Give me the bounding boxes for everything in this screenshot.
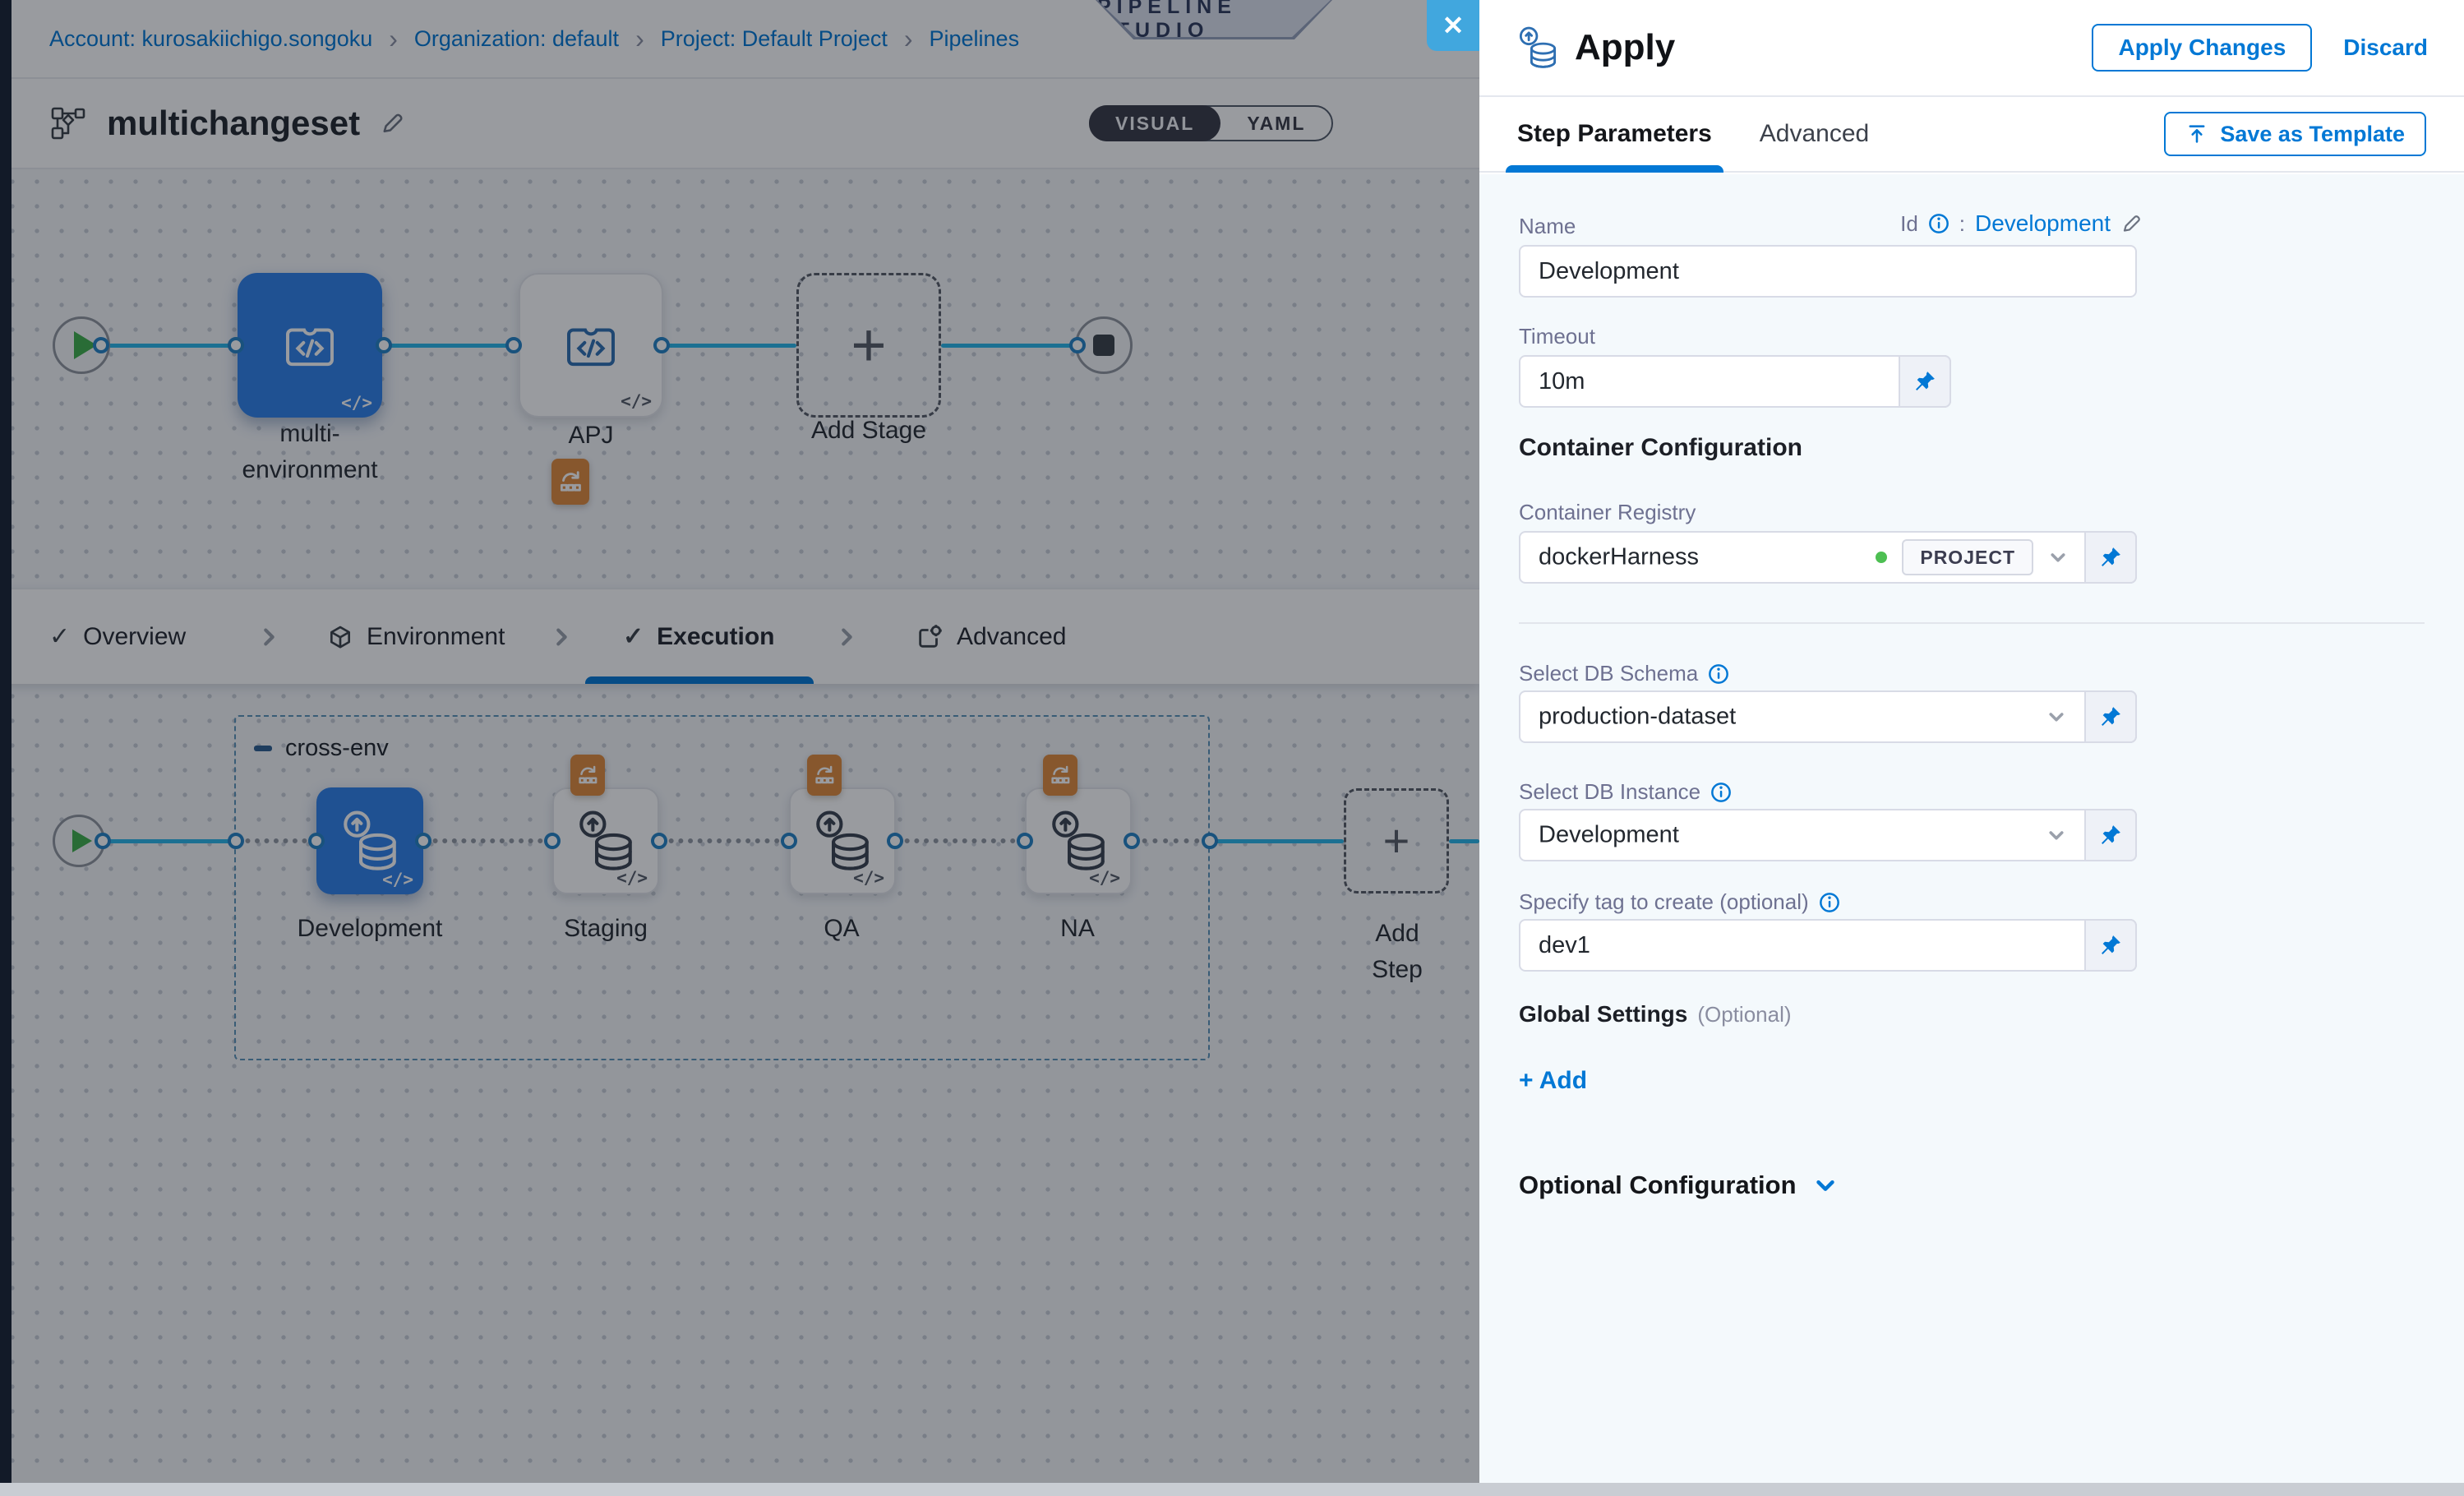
info-icon[interactable] — [1708, 663, 1729, 685]
pin-icon — [2099, 546, 2122, 569]
tag-input[interactable] — [1520, 921, 2063, 970]
id-label: Id — [1900, 211, 1918, 237]
db-instance-runtime-pin-button[interactable] — [2084, 809, 2137, 861]
scope-badge: PROJECT — [1902, 539, 2033, 575]
panel-tab-bar: Step Parameters Advanced Save as Templat… — [1479, 97, 2464, 173]
tag-runtime-pin-button[interactable] — [2084, 919, 2137, 972]
name-input-wrap — [1519, 245, 2137, 298]
db-instance-select[interactable]: Development — [1519, 809, 2137, 861]
timeout-input[interactable] — [1520, 357, 1882, 406]
close-panel-button[interactable]: ✕ — [1427, 0, 1479, 51]
connector-status-dot — [1876, 552, 1887, 563]
step-config-panel: Apply Apply Changes Discard Step Paramet… — [1479, 0, 2464, 1496]
global-settings-row: Global Settings (Optional) — [1519, 1001, 1792, 1027]
close-icon: ✕ — [1442, 10, 1465, 41]
db-instance-label-text: Select DB Instance — [1519, 779, 1700, 805]
container-registry-value: dockerHarness — [1539, 544, 1699, 571]
panel-title: Apply — [1575, 27, 1675, 68]
global-settings-label: Global Settings — [1519, 1001, 1687, 1027]
pin-icon — [2099, 824, 2122, 847]
global-settings-optional: (Optional) — [1697, 1002, 1791, 1027]
registry-meta: PROJECT — [1876, 539, 2068, 575]
db-schema-label-text: Select DB Schema — [1519, 661, 1698, 686]
db-schema-value: production-dataset — [1539, 704, 1736, 731]
canvas-area: Account: kurosakiichigo.songoku › Organi… — [0, 0, 1479, 1496]
window-bottom-bar — [0, 1483, 2464, 1496]
optional-configuration-toggle[interactable]: Optional Configuration — [1519, 1170, 1838, 1200]
chevron-down-icon[interactable] — [2048, 547, 2068, 567]
info-icon[interactable] — [1710, 782, 1732, 803]
chevron-down-icon[interactable] — [2046, 825, 2066, 845]
info-icon[interactable] — [1928, 213, 1950, 234]
apply-db-icon — [1517, 25, 1558, 70]
pin-icon — [2099, 705, 2122, 728]
save-as-template-label: Save as Template — [2220, 122, 2405, 147]
section-divider — [1519, 622, 2425, 624]
optional-configuration-label: Optional Configuration — [1519, 1170, 1797, 1200]
tab-advanced-panel[interactable]: Advanced — [1760, 97, 1869, 171]
container-configuration-heading: Container Configuration — [1519, 434, 1802, 462]
timeout-runtime-pin-button[interactable] — [1899, 355, 1951, 408]
db-instance-label: Select DB Instance — [1519, 779, 1732, 805]
modal-dim-overlay — [0, 0, 1479, 1496]
db-schema-select[interactable]: production-dataset — [1519, 690, 2137, 743]
id-value-link[interactable]: Development — [1975, 210, 2111, 237]
timeout-input-wrap — [1519, 355, 1951, 408]
tag-input-wrap — [1519, 919, 2137, 972]
panel-body: Name Id : Development Timeout Container … — [1479, 174, 2464, 1496]
registry-runtime-pin-button[interactable] — [2084, 531, 2137, 584]
upload-icon — [2185, 122, 2208, 145]
info-icon[interactable] — [1819, 892, 1840, 913]
tag-label-text: Specify tag to create (optional) — [1519, 889, 1809, 915]
step-id-row: Id : Development — [1900, 210, 2142, 237]
id-colon: : — [1959, 211, 1965, 237]
discard-button[interactable]: Discard — [2343, 35, 2428, 61]
chevron-down-icon — [1813, 1173, 1838, 1198]
apply-changes-button[interactable]: Apply Changes — [2092, 24, 2312, 72]
add-global-setting-link[interactable]: + Add — [1519, 1067, 1587, 1095]
container-registry-select[interactable]: dockerHarness PROJECT — [1519, 531, 2137, 584]
chevron-down-icon[interactable] — [2046, 707, 2066, 727]
db-instance-value: Development — [1539, 822, 1679, 849]
tab-step-parameters[interactable]: Step Parameters — [1517, 97, 1712, 171]
pin-icon — [2099, 934, 2122, 957]
panel-header: Apply Apply Changes Discard — [1479, 0, 2464, 97]
db-schema-runtime-pin-button[interactable] — [2084, 690, 2137, 743]
save-as-template-button[interactable]: Save as Template — [2164, 112, 2426, 156]
container-registry-label: Container Registry — [1519, 500, 1696, 525]
timeout-label: Timeout — [1519, 324, 1595, 349]
db-schema-label: Select DB Schema — [1519, 661, 1729, 686]
pipeline-studio-app: Account: kurosakiichigo.songoku › Organi… — [0, 0, 2464, 1496]
edit-id-icon[interactable] — [2120, 213, 2142, 234]
name-label: Name — [1519, 214, 1576, 239]
name-input[interactable] — [1520, 247, 2135, 296]
tag-label: Specify tag to create (optional) — [1519, 889, 1840, 915]
pin-icon — [1913, 370, 1936, 393]
